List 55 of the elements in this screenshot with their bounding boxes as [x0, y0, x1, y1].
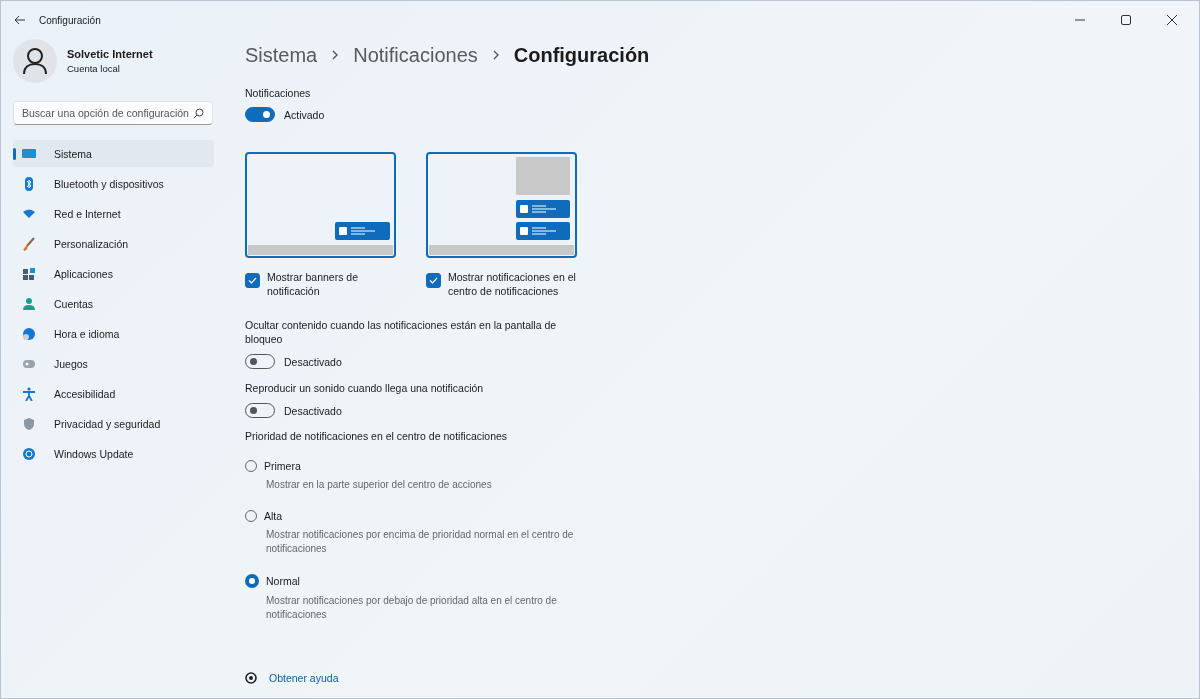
setting-label: Reproducir un sonido cuando llega una notificación [245, 381, 485, 395]
close-icon[interactable] [1167, 15, 1177, 25]
shield-icon [22, 416, 36, 431]
bluetooth-icon [22, 176, 36, 191]
apps-icon [22, 266, 36, 281]
option-description: Mostrar en la parte superior del centro de acciones [266, 478, 493, 492]
radio-label: Alta [264, 510, 283, 522]
search-icon [193, 107, 204, 119]
checkmark-icon [429, 277, 438, 284]
account-type: Cuenta local [67, 63, 121, 74]
checkbox[interactable] [426, 273, 441, 288]
display-icon [22, 146, 36, 161]
checkbox-label: Mostrar notificaciones en el centro de notificaciones [448, 270, 577, 298]
brush-icon [22, 236, 36, 251]
breadcrumb-link[interactable]: Sistema [245, 44, 318, 67]
help-icon [245, 672, 257, 684]
checkbox[interactable] [245, 273, 260, 288]
option-description: Mostrar notificaciones por debajo de prioridad alta en el centro de notificaciones [266, 594, 558, 622]
avatar [13, 39, 57, 83]
checkbox-label: Mostrar banners de notificación [267, 270, 360, 298]
toggle-state: Desactivado [284, 355, 342, 368]
sidebar-item[interactable]: Cuentas [13, 290, 214, 317]
option-description: Mostrar notificaciones por encima de prioridad normal en el centro de notificaciones [266, 528, 575, 556]
help-link[interactable]: Obtener ayuda [269, 672, 339, 684]
radio-button[interactable] [245, 574, 259, 588]
sidebar-item[interactable]: Accesibilidad [13, 380, 214, 407]
sidebar-item[interactable]: Aplicaciones [13, 260, 214, 287]
breadcrumb-link[interactable]: Notificaciones [353, 44, 478, 67]
sidebar-item[interactable]: Juegos [13, 350, 214, 377]
setting-label: Notificaciones [245, 87, 311, 99]
toggle-state: Activado [284, 108, 325, 121]
setting-label: Ocultar contenido cuando las notificaciones están en la pantalla de bloqueo [245, 318, 558, 346]
maximize-icon[interactable] [1121, 15, 1131, 25]
radio-label: Primera [264, 460, 301, 472]
sidebar-item[interactable]: Windows Update [13, 440, 214, 467]
person-icon [22, 296, 36, 311]
user-name: Solvetic Internet [67, 48, 153, 60]
sidebar-item[interactable]: Personalización [13, 230, 214, 257]
update-icon [22, 446, 36, 461]
back-arrow-icon[interactable] [14, 15, 26, 25]
sidebar-item[interactable]: Red e Internet [13, 200, 214, 227]
page-title: Configuración [513, 44, 650, 67]
search-field[interactable]: Buscar una opción de configuración [13, 101, 213, 125]
globe-clock-icon [22, 326, 36, 341]
accessibility-icon [22, 386, 36, 401]
sidebar-item[interactable]: Bluetooth y dispositivos [13, 170, 214, 197]
sidebar-item[interactable]: Privacidad y seguridad [13, 410, 214, 437]
toggle-switch[interactable] [245, 107, 275, 122]
setting-label: Prioridad de notificaciones en el centro de notificaciones [245, 430, 508, 442]
sidebar-item[interactable]: Sistema [13, 140, 214, 167]
toggle-state: Desactivado [284, 404, 342, 417]
sidebar-item[interactable]: Hora e idioma [13, 320, 214, 347]
window-title: Configuración [39, 14, 101, 26]
checkmark-icon [248, 277, 257, 284]
radio-label: Normal [266, 575, 300, 587]
